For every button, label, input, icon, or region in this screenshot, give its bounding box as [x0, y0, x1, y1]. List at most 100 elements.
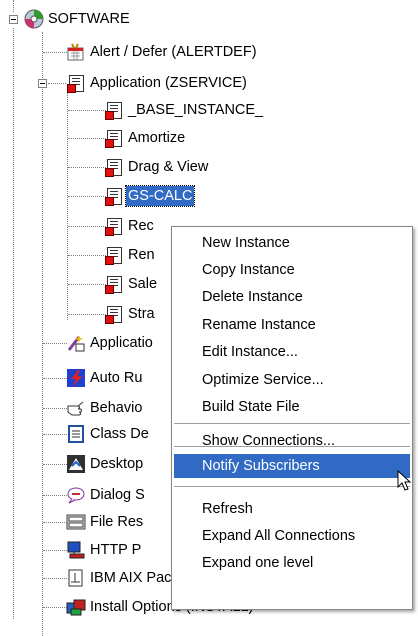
tree-line — [68, 138, 106, 139]
tree-line — [43, 408, 67, 409]
tree-line — [43, 495, 67, 496]
menu-item-delete-instance[interactable]: Delete Instance — [174, 285, 410, 309]
tree-line — [13, 0, 14, 12]
tree-node-instance[interactable]: Rec — [104, 213, 156, 239]
tree-node-label: Dialog S — [90, 487, 145, 503]
menu-item-optimize-service[interactable]: Optimize Service... — [174, 368, 410, 392]
tree-node-class[interactable]: Desktop — [66, 451, 145, 477]
file-resource-icon — [66, 512, 86, 532]
application-class-icon — [66, 73, 86, 93]
tree-node-label: Stra — [128, 306, 155, 322]
install-options-icon — [66, 597, 86, 617]
tree-node-software[interactable]: SOFTWARE — [24, 6, 132, 32]
tree-node-instance-selected[interactable]: GS-CALC — [104, 183, 196, 209]
collapse-toggle[interactable] — [9, 15, 18, 24]
tree-node-label: Application (ZSERVICE) — [90, 75, 247, 91]
tree-line — [43, 52, 67, 53]
ibm-aix-icon — [66, 568, 86, 588]
tree-line — [42, 32, 43, 636]
collapse-toggle[interactable] — [38, 79, 47, 88]
tree-node-alert-defer[interactable]: Alert / Defer (ALERTDEF) — [66, 39, 259, 65]
menu-item-new-instance[interactable]: New Instance — [174, 231, 410, 255]
tree-line — [68, 167, 106, 168]
tree-node-class[interactable]: Applicatio — [66, 330, 155, 356]
tree-node-class[interactable]: Behavio — [66, 395, 144, 421]
hand-icon — [66, 398, 86, 418]
menu-item-expand-all-connections[interactable]: Expand All Connections — [174, 524, 410, 548]
tree-line — [48, 83, 66, 84]
desktop-icon — [66, 454, 86, 474]
tree-line — [43, 343, 67, 344]
tree-node-instance[interactable]: Drag & View — [104, 154, 210, 180]
tree-node-instance[interactable]: _BASE_INSTANCE_ — [104, 97, 265, 123]
service-instance-icon — [104, 128, 124, 148]
menu-item-show-connections[interactable]: Show Connections... — [174, 429, 410, 453]
menu-item-refresh[interactable]: Refresh — [174, 497, 410, 521]
tree-node-label: Alert / Defer (ALERTDEF) — [90, 44, 257, 60]
tree-node-class[interactable]: HTTP P — [66, 537, 143, 563]
tree-node-label: File Res — [90, 514, 144, 530]
tree-node-class[interactable]: Dialog S — [66, 482, 147, 508]
tree-line — [67, 88, 68, 320]
tree-node-label: Rec — [128, 218, 154, 234]
service-instance-icon — [104, 274, 124, 294]
tree-node-label: Drag & View — [128, 159, 209, 175]
tree-node-label: Class De — [90, 426, 149, 442]
tree-line — [43, 607, 67, 608]
tree-node-label: GS-CALC — [124, 185, 196, 207]
tree-node-label: Auto Ru — [90, 370, 143, 386]
tree-line — [68, 284, 106, 285]
tree-node-label: Sale — [128, 276, 158, 292]
tree-node-label: Applicatio — [90, 335, 153, 351]
tree-node-instance[interactable]: Ren — [104, 242, 157, 268]
mouse-pointer-icon — [397, 469, 412, 495]
tree-line — [13, 28, 14, 619]
service-instance-icon — [104, 157, 124, 177]
menu-item-build-state-file[interactable]: Build State File — [174, 395, 410, 419]
tree-node-label: Desktop — [90, 456, 144, 472]
menu-separator — [174, 486, 410, 487]
tree-node-application[interactable]: Application (ZSERVICE) — [66, 70, 249, 96]
menu-item-expand-one-level[interactable]: Expand one level — [174, 551, 410, 575]
tree-line — [68, 314, 106, 315]
application-wizard-icon — [66, 333, 86, 353]
tree-node-class[interactable]: Class De — [66, 421, 151, 447]
tree-line — [68, 110, 106, 111]
service-instance-icon — [104, 216, 124, 236]
tree-node-instance[interactable]: Stra — [104, 301, 157, 327]
menu-item-notify-subscribers[interactable]: Notify Subscribers — [174, 454, 410, 478]
tree-line — [43, 434, 67, 435]
class-defaults-icon — [66, 424, 86, 444]
tree-line — [68, 226, 106, 227]
tree-node-instance[interactable]: Sale — [104, 271, 159, 297]
tree-line — [68, 196, 106, 197]
menu-separator — [174, 446, 410, 447]
tree-node-label: SOFTWARE — [48, 11, 130, 27]
menu-separator — [174, 423, 410, 424]
menu-item-rename-instance[interactable]: Rename Instance — [174, 313, 410, 337]
alert-defer-icon — [66, 42, 86, 62]
tree-node-label: Amortize — [128, 130, 186, 146]
context-menu: New Instance Copy Instance Delete Instan… — [171, 226, 413, 610]
tree-line — [43, 464, 67, 465]
menu-item-edit-instance[interactable]: Edit Instance... — [174, 340, 410, 364]
tree-node-label: HTTP P — [90, 542, 142, 558]
service-instance-icon — [104, 100, 124, 120]
tree-line — [43, 578, 67, 579]
service-instance-icon — [104, 245, 124, 265]
tree-line — [43, 522, 67, 523]
tree-node-class[interactable]: Auto Ru — [66, 365, 144, 391]
tree-line — [68, 255, 106, 256]
menu-item-copy-instance[interactable]: Copy Instance — [174, 258, 410, 282]
tree-node-instance[interactable]: Amortize — [104, 125, 187, 151]
tree-node-label: Behavio — [90, 400, 143, 416]
service-instance-icon — [104, 304, 124, 324]
tree-node-label: _BASE_INSTANCE_ — [128, 102, 264, 118]
http-proxy-icon — [66, 540, 86, 560]
tree-node-label: Ren — [128, 247, 155, 263]
dialog-icon — [66, 485, 86, 505]
cd-disc-icon — [24, 9, 44, 29]
tree-line — [43, 550, 67, 551]
tree-line — [43, 378, 67, 379]
tree-node-class[interactable]: File Res — [66, 509, 145, 535]
